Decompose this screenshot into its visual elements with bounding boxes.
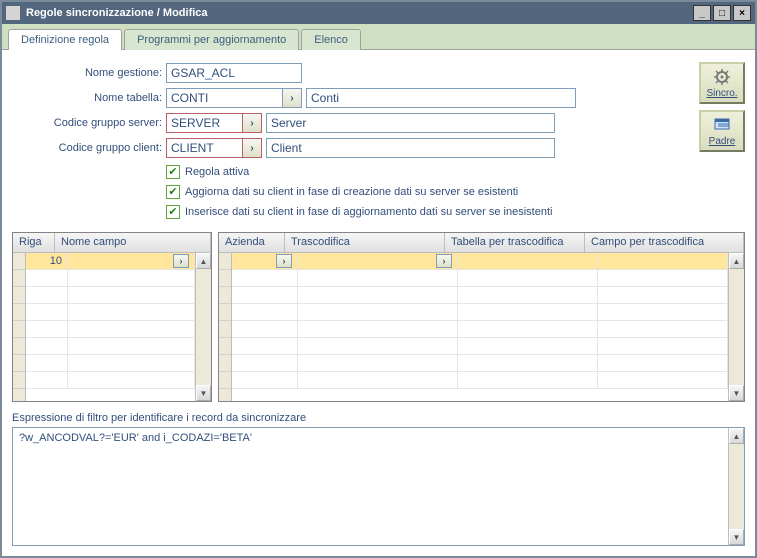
close-button[interactable]: × [733, 5, 751, 21]
sincro-button-label: Sincro. [706, 88, 737, 99]
tab-elenco[interactable]: Elenco [301, 29, 361, 50]
padre-button[interactable]: Padre [699, 110, 745, 152]
codice-gruppo-client-dropdown-button[interactable]: › [242, 138, 262, 158]
tab-programmi-per-aggiornamento[interactable]: Programmi per aggiornamento [124, 29, 299, 50]
table-row[interactable] [26, 355, 195, 372]
filter-expression-input[interactable]: ?w_ANCODVAL?='EUR' and i_CODAZI='BETA' ▲… [12, 427, 745, 546]
scroll-up-button[interactable]: ▲ [196, 253, 211, 269]
cell-tabella-trascodifica[interactable] [458, 253, 598, 269]
left-col-riga[interactable]: Riga [13, 233, 55, 252]
cell-riga: 10 [26, 253, 68, 269]
nome-tabella-dropdown-button[interactable]: › [282, 88, 302, 108]
cell-nome-campo[interactable]: › [68, 253, 195, 269]
table-row[interactable] [26, 372, 195, 389]
table-row[interactable] [232, 304, 728, 321]
cell-campo-trascodifica[interactable] [598, 253, 728, 269]
filter-value: ?w_ANCODVAL?='EUR' and i_CODAZI='BETA' [19, 432, 252, 444]
label-nome-gestione: Nome gestione: [12, 67, 166, 79]
table-row[interactable]: › › [232, 253, 728, 270]
tab-content: Nome gestione: Nome tabella: › Codice gr… [2, 50, 755, 556]
nome-tabella-desc [306, 88, 576, 108]
table-row[interactable] [26, 287, 195, 304]
table-row[interactable] [232, 321, 728, 338]
maximize-button[interactable]: □ [713, 5, 731, 21]
right-table-scrollbar[interactable]: ▲ ▼ [728, 253, 744, 401]
checkbox-inserisce-dati[interactable] [166, 205, 180, 219]
right-col-tabella[interactable]: Tabella per trascodifica [445, 233, 585, 252]
filter-label: Espressione di filtro per identificare i… [12, 412, 745, 424]
checkbox-inserisce-dati-label: Inserisce dati su client in fase di aggi… [185, 206, 552, 218]
codice-gruppo-server-desc [266, 113, 555, 133]
sincro-button[interactable]: Sincro. [699, 62, 745, 104]
nome-tabella-input[interactable] [166, 88, 282, 108]
label-codice-gruppo-server: Codice gruppo server: [12, 117, 166, 129]
trascodifica-dropdown-button[interactable]: › [436, 254, 452, 268]
scroll-down-button[interactable]: ▼ [729, 385, 744, 401]
codice-gruppo-client-desc [266, 138, 555, 158]
table-row[interactable]: 10 › [26, 253, 195, 270]
table-row[interactable] [232, 372, 728, 389]
scroll-down-button[interactable]: ▼ [729, 529, 744, 545]
checkbox-regola-attiva-label: Regola attiva [185, 166, 249, 178]
scroll-up-button[interactable]: ▲ [729, 428, 744, 444]
table-row[interactable] [26, 270, 195, 287]
left-table-scrollbar[interactable]: ▲ ▼ [195, 253, 211, 401]
form-area: Nome gestione: Nome tabella: › Codice gr… [12, 62, 745, 222]
cell-trascodifica[interactable]: › [298, 253, 458, 269]
table-row[interactable] [26, 321, 195, 338]
window: Regole sincronizzazione / Modifica _ □ ×… [0, 0, 757, 558]
codice-gruppo-client-input[interactable] [166, 138, 242, 158]
tables-area: Riga Nome campo 10 › [12, 232, 745, 402]
app-icon [6, 6, 20, 20]
nome-gestione-input[interactable] [166, 63, 302, 83]
scroll-up-button[interactable]: ▲ [729, 253, 744, 269]
codice-gruppo-server-dropdown-button[interactable]: › [242, 113, 262, 133]
tab-bar: Definizione regola Programmi per aggiorn… [2, 24, 755, 50]
right-gutter [219, 253, 232, 401]
nome-campo-dropdown-button[interactable]: › [173, 254, 189, 268]
checkbox-aggiorna-dati-label: Aggiorna dati su client in fase di creaz… [185, 186, 518, 198]
left-col-nome-campo[interactable]: Nome campo [55, 233, 211, 252]
left-gutter [13, 253, 26, 401]
cell-azienda[interactable]: › [232, 253, 298, 269]
table-row[interactable] [26, 338, 195, 355]
tab-definizione-regola[interactable]: Definizione regola [8, 29, 122, 50]
window-title: Regole sincronizzazione / Modifica [26, 7, 693, 19]
table-row[interactable] [232, 270, 728, 287]
padre-icon [712, 116, 732, 134]
padre-button-label: Padre [709, 136, 736, 147]
gear-icon [712, 68, 732, 86]
table-row[interactable] [232, 338, 728, 355]
left-table: Riga Nome campo 10 › [12, 232, 212, 402]
titlebar: Regole sincronizzazione / Modifica _ □ × [2, 2, 755, 24]
checkbox-aggiorna-dati[interactable] [166, 185, 180, 199]
minimize-button[interactable]: _ [693, 5, 711, 21]
azienda-dropdown-button[interactable]: › [276, 254, 292, 268]
label-nome-tabella: Nome tabella: [12, 92, 166, 104]
scroll-down-button[interactable]: ▼ [196, 385, 211, 401]
right-col-azienda[interactable]: Azienda [219, 233, 285, 252]
right-col-trascodifica[interactable]: Trascodifica [285, 233, 445, 252]
table-row[interactable] [232, 355, 728, 372]
right-col-campo[interactable]: Campo per trascodifica [585, 233, 744, 252]
codice-gruppo-server-input[interactable] [166, 113, 242, 133]
label-codice-gruppo-client: Codice gruppo client: [12, 142, 166, 154]
table-row[interactable] [232, 287, 728, 304]
filter-scrollbar[interactable]: ▲ ▼ [728, 428, 744, 545]
right-table: Azienda Trascodifica Tabella per trascod… [218, 232, 745, 402]
table-row[interactable] [26, 304, 195, 321]
checkbox-regola-attiva[interactable] [166, 165, 180, 179]
